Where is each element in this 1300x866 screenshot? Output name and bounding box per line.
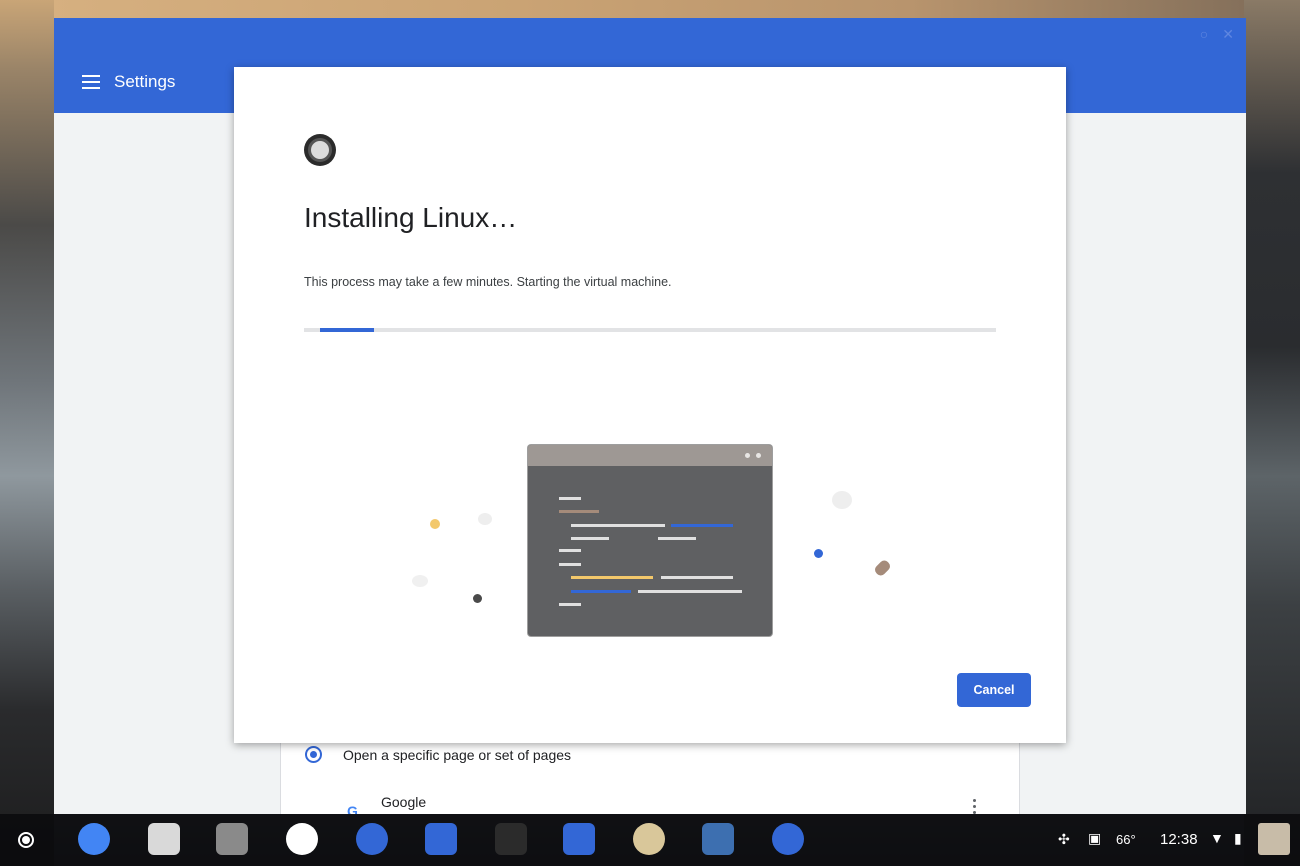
- files-icon[interactable]: [356, 823, 388, 855]
- decor-dot: [814, 549, 823, 558]
- cancel-button[interactable]: Cancel: [957, 673, 1031, 707]
- install-progress-bar: [304, 328, 996, 332]
- decor-dot: [430, 519, 440, 529]
- battery-icon[interactable]: ▮: [1234, 830, 1242, 847]
- duckduckgo-icon[interactable]: [633, 823, 665, 855]
- terminal-titlebar: [528, 445, 772, 466]
- menu-icon[interactable]: [82, 75, 100, 89]
- minimize-icon[interactable]: ○: [1200, 26, 1208, 43]
- avatar[interactable]: [1258, 823, 1290, 855]
- chrome-icon[interactable]: [78, 823, 110, 855]
- dialog-message: This process may take a few minutes. Sta…: [304, 275, 672, 289]
- startup-radio[interactable]: [305, 746, 322, 763]
- wifi-icon[interactable]: ▼: [1210, 830, 1224, 846]
- window-controls: ○ ✕: [1200, 26, 1234, 43]
- decor-dot: [478, 513, 492, 525]
- clock[interactable]: 12:38: [1160, 831, 1198, 848]
- news-app-icon[interactable]: [702, 823, 734, 855]
- decor-dot: [832, 491, 852, 509]
- wallpaper-right: [1244, 0, 1300, 866]
- bookmark-app-icon[interactable]: [425, 823, 457, 855]
- play-store-icon[interactable]: [286, 823, 318, 855]
- wallpaper-left: [0, 0, 54, 866]
- install-linux-dialog: Installing Linux… This process may take …: [234, 67, 1066, 743]
- decor-dot: [473, 594, 482, 603]
- weather-temperature: 66°: [1116, 832, 1136, 847]
- settings-app-icon[interactable]: [772, 823, 804, 855]
- decor-dot: [872, 558, 893, 578]
- dialog-title: Installing Linux…: [304, 202, 518, 233]
- shelf: ✣ ▣ 66° 12:38 ▼ ▮: [0, 814, 1300, 866]
- youtube-icon[interactable]: [216, 823, 248, 855]
- gmail-icon[interactable]: [148, 823, 180, 855]
- more-options-icon[interactable]: [973, 799, 977, 814]
- mail-app-icon[interactable]: [563, 823, 595, 855]
- close-icon[interactable]: ✕: [1222, 26, 1234, 43]
- screenshot-icon[interactable]: ▣: [1088, 830, 1101, 847]
- status-tray[interactable]: ✣ ▣ 66° 12:38 ▼ ▮: [1050, 814, 1300, 866]
- pinwheel-icon[interactable]: ✣: [1058, 831, 1070, 848]
- settings-title: Settings: [114, 72, 176, 91]
- wu-app-icon[interactable]: [495, 823, 527, 855]
- wallpaper: [0, 0, 1300, 18]
- launcher-icon[interactable]: [18, 832, 34, 848]
- decor-dot: [412, 575, 428, 587]
- google-icon: G: [347, 803, 358, 814]
- startup-option-label: Open a specific page or set of pages: [343, 747, 572, 763]
- startup-site-name: Google: [381, 794, 427, 810]
- linux-icon: [304, 134, 336, 166]
- terminal-window-art: [528, 445, 772, 636]
- install-progress-fill: [320, 328, 374, 332]
